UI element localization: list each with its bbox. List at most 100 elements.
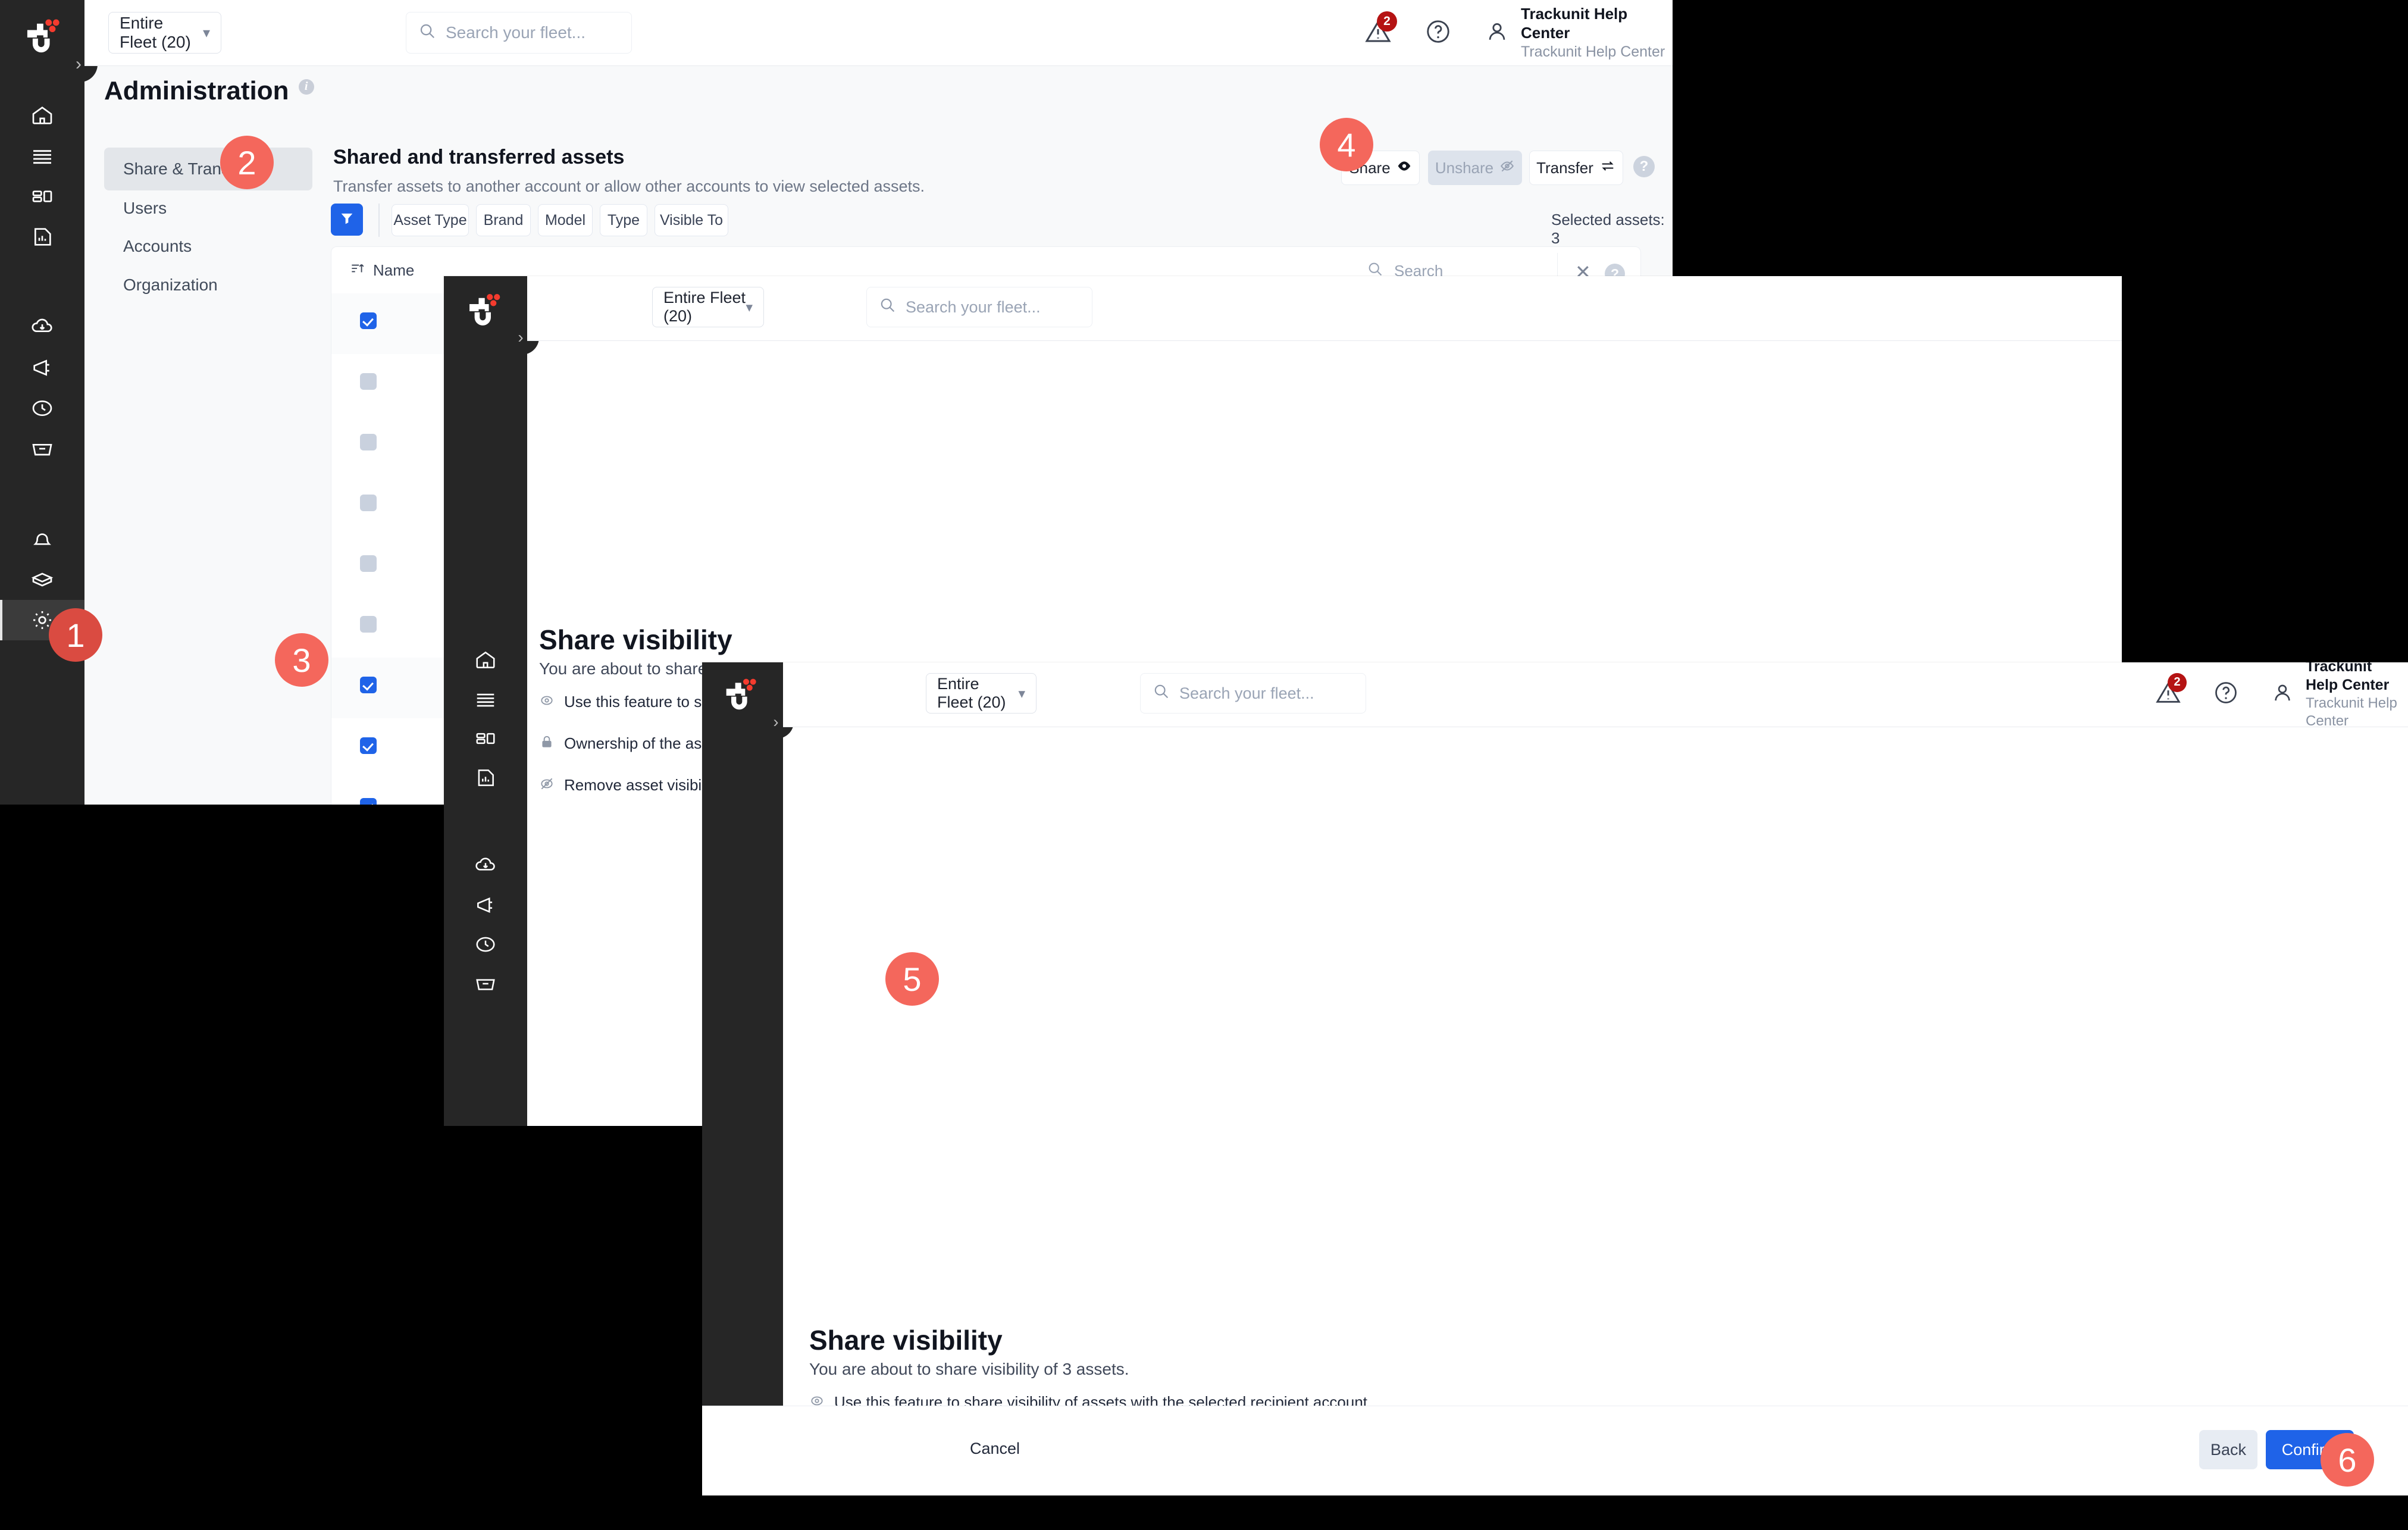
alerts-button[interactable]: 2 (2155, 672, 2187, 709)
primary-nav-rail: › (702, 662, 794, 1495)
fleet-selector[interactable]: Entire Fleet (20) ▾ (652, 287, 764, 327)
info-icon[interactable]: i (298, 79, 314, 95)
rail-item-history[interactable] (444, 925, 527, 964)
rail-item-home[interactable] (0, 95, 84, 136)
transfer-arrows-icon (1599, 158, 1616, 179)
cancel-button[interactable]: Cancel (970, 1440, 1020, 1458)
fleet-search[interactable]: Search your fleet... (866, 287, 1092, 327)
app-topbar: Entire Fleet (20) ▾ Search your fleet...… (527, 276, 2122, 341)
row-checkbox[interactable] (360, 373, 377, 390)
primary-nav-rail: › (444, 276, 539, 1126)
annotation-badge-4: 4 (1320, 118, 1373, 171)
trackunit-logo-icon[interactable] (459, 287, 508, 336)
rail-item-history[interactable] (0, 388, 84, 428)
subnav-item-users[interactable]: Users (104, 187, 312, 230)
eye-icon (1396, 158, 1412, 178)
search-icon (1153, 683, 1170, 704)
eye-off-icon (1499, 158, 1515, 178)
unshare-button[interactable]: Unshare (1428, 151, 1522, 185)
help-icon[interactable] (1424, 18, 1452, 48)
chevron-down-icon: ▾ (746, 299, 753, 315)
user-name: Trackunit Help Center (1521, 4, 1628, 42)
search-icon (879, 296, 896, 318)
filter-divider (378, 204, 380, 237)
chevron-down-icon: ▾ (202, 24, 210, 41)
rail-item-archive[interactable] (444, 964, 527, 1003)
row-checkbox[interactable] (360, 495, 377, 511)
wizard-footer: Cancel Back Confirm (702, 1406, 2408, 1495)
rail-item-list[interactable] (444, 680, 527, 719)
subnav-item-organization[interactable]: Organization (104, 264, 312, 306)
chevron-right-icon: › (518, 328, 524, 346)
table-column-name: Name (373, 261, 415, 279)
row-checkbox[interactable] (360, 616, 377, 633)
screenshot-root: › Entire Fleet (20) ▾ Search your fleet.… (0, 0, 2408, 1530)
filter-button[interactable] (331, 204, 363, 236)
rail-item-reports[interactable] (0, 217, 84, 257)
rail-item-dashboard[interactable] (444, 719, 527, 758)
selected-assets-count: Selected assets: 3 (1551, 211, 1665, 247)
warning-triangle-icon (1364, 20, 1392, 48)
fleet-selector-value: Entire Fleet (20) (663, 289, 746, 325)
chevron-right-icon: › (773, 712, 779, 731)
wizard-subtitle: You are about to share visibility of 3 a… (809, 1360, 1129, 1378)
subnav-item-accounts[interactable]: Accounts (104, 225, 312, 268)
rail-item-announcements[interactable] (444, 886, 527, 925)
rail-item-list[interactable] (0, 136, 84, 176)
row-checkbox[interactable] (360, 312, 377, 329)
eye-off-icon (539, 776, 555, 796)
fleet-selector[interactable]: Entire Fleet (20) ▾ (926, 673, 1037, 714)
rail-item-assets[interactable] (0, 559, 84, 600)
row-checkbox[interactable] (360, 798, 377, 805)
annotation-badge-6: 6 (2321, 1433, 2374, 1487)
user-avatar-icon[interactable] (2270, 680, 2295, 708)
fleet-selector-value: Entire Fleet (20) (120, 14, 191, 51)
rail-item-reports[interactable] (444, 758, 527, 797)
sort-ascending-icon[interactable] (349, 261, 365, 280)
user-name: Trackunit Help Center (2306, 662, 2390, 693)
alerts-button[interactable]: 2 (1364, 11, 1397, 49)
alerts-count-badge: 2 (2168, 672, 2187, 692)
filter-chip-type[interactable]: Type (600, 204, 647, 236)
rail-item-home[interactable] (444, 640, 527, 680)
primary-nav-rail: › (0, 0, 98, 805)
filter-chip-brand[interactable]: Brand (476, 204, 531, 236)
eye-icon (539, 693, 555, 712)
filter-chip-visible-to[interactable]: Visible To (655, 204, 728, 236)
rail-item-downloads[interactable] (0, 307, 84, 348)
actions-help-icon[interactable]: ? (1633, 156, 1655, 177)
trackunit-logo-icon[interactable] (716, 672, 764, 719)
section-subtitle: Transfer assets to another account or al… (333, 177, 925, 195)
fleet-selector-value: Entire Fleet (20) (937, 675, 1006, 711)
lock-icon (539, 734, 555, 754)
user-avatar-icon[interactable] (1484, 18, 1510, 48)
row-checkbox[interactable] (360, 677, 377, 693)
filter-chip-model[interactable]: Model (538, 204, 593, 236)
help-icon[interactable] (2213, 680, 2239, 709)
fleet-selector[interactable]: Entire Fleet (20) ▾ (108, 12, 221, 54)
row-checkbox[interactable] (360, 737, 377, 754)
fleet-search[interactable]: Search your fleet... (406, 12, 632, 54)
funnel-icon (339, 210, 355, 230)
rail-item-downloads[interactable] (444, 846, 527, 886)
fleet-search[interactable]: Search your fleet... (1140, 673, 1366, 714)
annotation-badge-2: 2 (220, 136, 274, 189)
back-button[interactable]: Back (2199, 1430, 2257, 1469)
fleet-search-placeholder: Search your fleet... (446, 23, 586, 42)
wizard-title: Share visibility (539, 624, 732, 655)
app-topbar: Entire Fleet (20) ▾ Search your fleet...… (84, 0, 1673, 66)
chevron-right-icon: › (76, 54, 82, 74)
topbar-right: 2 Trackunit Help Center Trackunit Help C… (1364, 5, 1673, 60)
subnav-item-share-transfer[interactable]: Share & Transfer (104, 148, 312, 190)
search-icon (418, 22, 436, 44)
row-checkbox[interactable] (360, 555, 377, 572)
row-checkbox[interactable] (360, 434, 377, 450)
filter-chip-asset-type[interactable]: Asset Type (392, 204, 469, 236)
rail-item-dashboard[interactable] (0, 176, 84, 217)
rail-item-notifications[interactable] (0, 519, 84, 559)
rail-item-announcements[interactable] (0, 348, 84, 388)
section-title: Shared and transferred assets (333, 146, 625, 168)
rail-item-archive[interactable] (0, 428, 84, 469)
transfer-button[interactable]: Transfer (1529, 151, 1623, 185)
app-topbar: Entire Fleet (20) ▾ Search your fleet...… (783, 662, 2408, 729)
